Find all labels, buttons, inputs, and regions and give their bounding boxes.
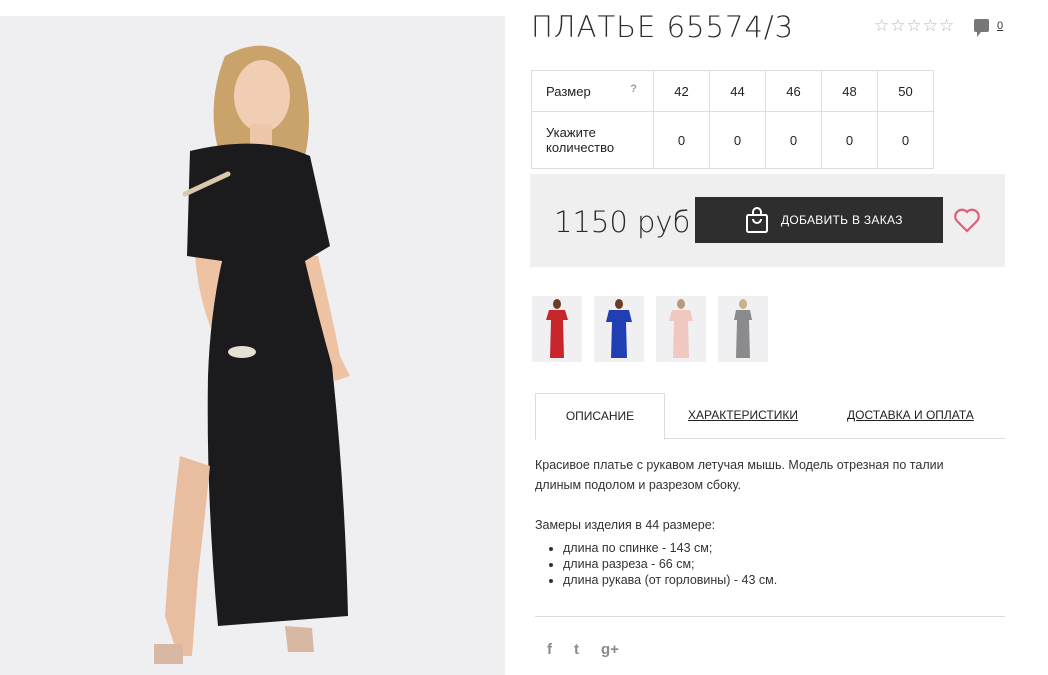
list-item: длина по спинке - 143 см; (563, 540, 777, 556)
tab-description[interactable]: ОПИСАНИЕ (535, 393, 665, 440)
price: 1150 руб (554, 205, 691, 239)
list-item: длина разреза - 66 см; (563, 556, 777, 572)
comments-link[interactable]: 0 (974, 19, 1003, 37)
quantity-label-line2: количество (546, 140, 615, 155)
list-item: длина рукава (от горловины) - 43 см. (563, 572, 777, 588)
comments-count[interactable]: 0 (997, 20, 1003, 32)
product-photo[interactable] (0, 16, 505, 675)
star-icon[interactable]: ☆ (939, 17, 954, 35)
heart-icon[interactable] (953, 207, 981, 233)
thumbnail-grey-dress[interactable] (718, 296, 768, 362)
add-to-order-button[interactable]: ДОБАВИТЬ В ЗАКАЗ (695, 197, 943, 243)
measurements-title: Замеры изделия в 44 размере: (535, 518, 716, 532)
star-icon[interactable]: ☆ (907, 17, 922, 35)
description-line2: длиным подолом и разрезом сбоку. (535, 478, 742, 492)
size-table: Размер ? 42 44 46 48 50 Укажите количест… (531, 70, 934, 169)
tab-delivery-payment[interactable]: ДОСТАВКА И ОПЛАТА (847, 393, 974, 437)
description-line1: Красивое платье с рукавом летучая мышь. … (535, 458, 944, 472)
tab-characteristics[interactable]: ХАРАКТЕРИСТИКИ (688, 393, 798, 437)
star-icon[interactable]: ☆ (923, 17, 938, 35)
quantity-label-line1: Укажите (546, 125, 596, 140)
comment-icon (974, 19, 989, 37)
size-48: 48 (821, 70, 878, 112)
quantity-input-46[interactable]: 0 (765, 111, 822, 169)
facebook-icon[interactable]: f (547, 641, 552, 658)
divider (535, 616, 1005, 617)
quantity-input-48[interactable]: 0 (821, 111, 878, 169)
quantity-input-44[interactable]: 0 (709, 111, 766, 169)
thumbnail-red-dress[interactable] (532, 296, 582, 362)
product-tabs: ОПИСАНИЕ ХАРАКТЕРИСТИКИ ДОСТАВКА И ОПЛАТ… (535, 393, 1005, 440)
size-50: 50 (877, 70, 934, 112)
quantity-input-42[interactable]: 0 (653, 111, 710, 169)
product-description: Красивое платье с рукавом летучая мышь. … (535, 455, 995, 495)
social-share: f t g+ (547, 641, 619, 658)
size-44: 44 (709, 70, 766, 112)
product-title: ПЛАТЬЕ 65574/3 (531, 10, 795, 44)
rating-stars[interactable]: ☆ ☆ ☆ ☆ ☆ (874, 17, 954, 35)
shopping-bag-icon (746, 207, 768, 233)
price-box: 1150 руб ДОБАВИТЬ В ЗАКАЗ (530, 174, 1005, 267)
twitter-icon[interactable]: t (574, 641, 579, 658)
quantity-label: Укажите количество (531, 111, 654, 169)
size-label: Размер ? (531, 70, 654, 112)
thumbnail-pink-dress[interactable] (656, 296, 706, 362)
size-label-text: Размер (546, 83, 591, 99)
star-icon[interactable]: ☆ (874, 17, 889, 35)
add-to-order-label: ДОБАВИТЬ В ЗАКАЗ (781, 213, 903, 227)
googleplus-icon[interactable]: g+ (601, 641, 619, 658)
help-icon[interactable]: ? (630, 83, 637, 95)
thumbnail-blue-dress[interactable] (594, 296, 644, 362)
size-42: 42 (653, 70, 710, 112)
measurements-list: длина по спинке - 143 см; длина разреза … (547, 540, 777, 588)
star-icon[interactable]: ☆ (890, 17, 905, 35)
size-46: 46 (765, 70, 822, 112)
color-thumbnails (532, 296, 768, 362)
quantity-input-50[interactable]: 0 (877, 111, 934, 169)
